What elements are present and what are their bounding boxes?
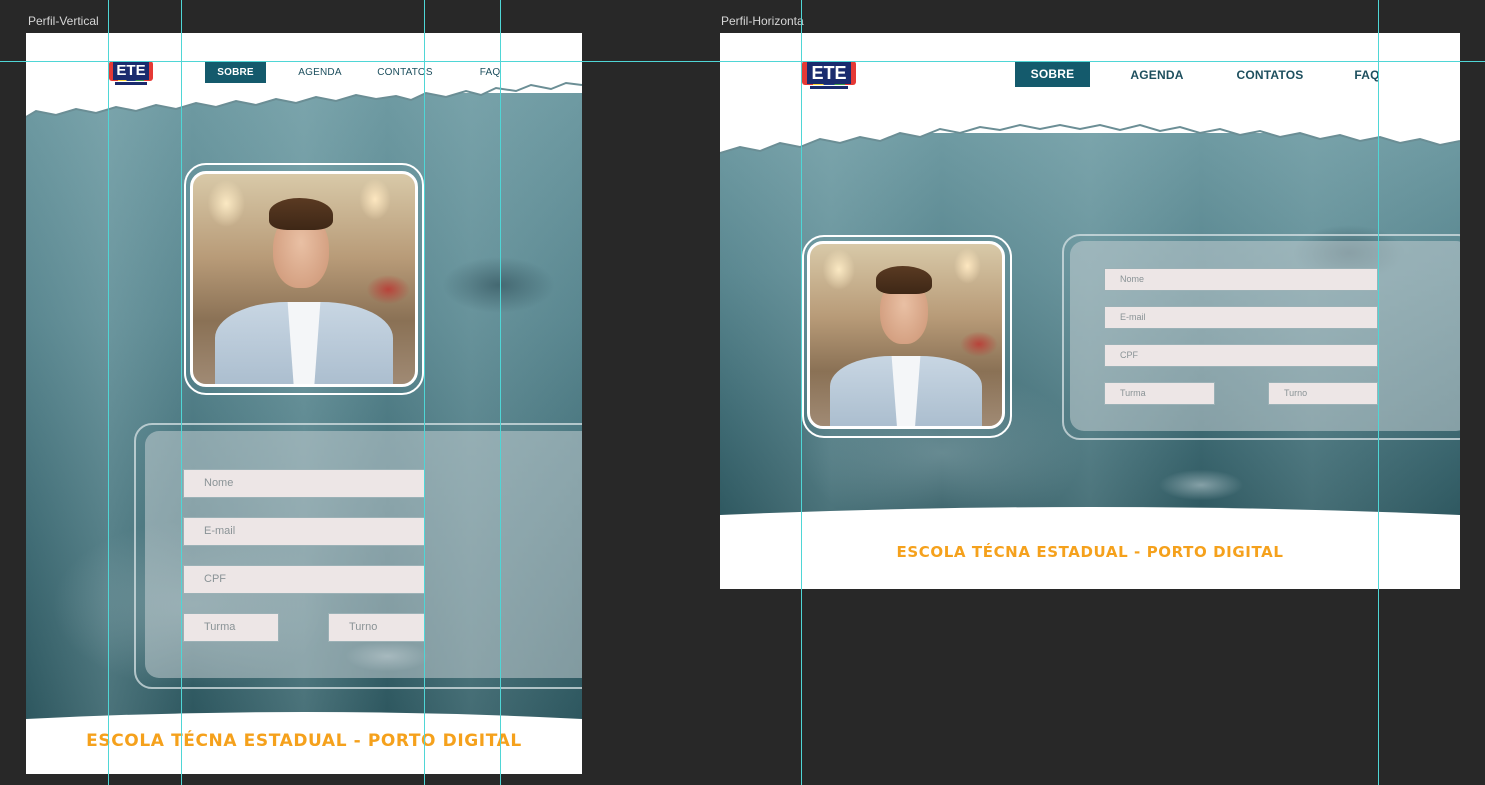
vertical-guide[interactable]: [801, 0, 802, 785]
artboard-label-vertical[interactable]: Perfil-Vertical: [28, 14, 99, 28]
nav-contatos[interactable]: CONTATOS: [1228, 65, 1312, 85]
profile-photo[interactable]: [190, 171, 418, 387]
nav-sobre[interactable]: SOBRE: [205, 62, 266, 83]
shift-field[interactable]: Turno: [328, 613, 425, 642]
nav-contatos[interactable]: CONTATOS: [376, 64, 434, 81]
ete-logo[interactable]: ETE: [109, 61, 153, 87]
vertical-guide[interactable]: [108, 0, 109, 785]
artboard-label-horizontal[interactable]: Perfil-Horizonta: [721, 14, 804, 28]
logo-text: ETE: [807, 62, 851, 84]
vertical-guide[interactable]: [424, 0, 425, 785]
horizontal-guide[interactable]: [0, 61, 1485, 62]
name-field[interactable]: Nome: [183, 469, 425, 498]
cpf-field[interactable]: CPF: [183, 565, 425, 594]
ete-logo[interactable]: ETE: [802, 61, 856, 91]
nav-agenda[interactable]: AGENDA: [1125, 65, 1189, 85]
footer-title: ESCOLA TÉCNA ESTADUAL - PORTO DIGITAL: [86, 731, 522, 751]
vertical-guide[interactable]: [500, 0, 501, 785]
name-field[interactable]: Nome: [1104, 268, 1378, 291]
vertical-guide[interactable]: [1378, 0, 1379, 785]
class-field[interactable]: Turma: [1104, 382, 1215, 405]
vertical-guide[interactable]: [181, 0, 182, 785]
email-field[interactable]: E-mail: [183, 517, 425, 546]
logo-text: ETE: [113, 62, 149, 80]
nav-sobre[interactable]: SOBRE: [1015, 62, 1090, 87]
cpf-field[interactable]: CPF: [1104, 344, 1378, 367]
footer-title: ESCOLA TÉCNA ESTADUAL - PORTO DIGITAL: [896, 543, 1284, 561]
class-field[interactable]: Turma: [183, 613, 279, 642]
email-field[interactable]: E-mail: [1104, 306, 1378, 329]
torn-paper-header: [720, 33, 1460, 154]
nav-agenda[interactable]: AGENDA: [292, 64, 348, 81]
profile-photo[interactable]: [807, 241, 1005, 429]
shift-field[interactable]: Turno: [1268, 382, 1378, 405]
artboard-vertical: ETE SOBRE AGENDA CONTATOS FAQ Nome E-mai…: [26, 33, 582, 774]
artboard-horizontal: ETE SOBRE AGENDA CONTATOS FAQ Nome E-mai…: [720, 33, 1460, 589]
